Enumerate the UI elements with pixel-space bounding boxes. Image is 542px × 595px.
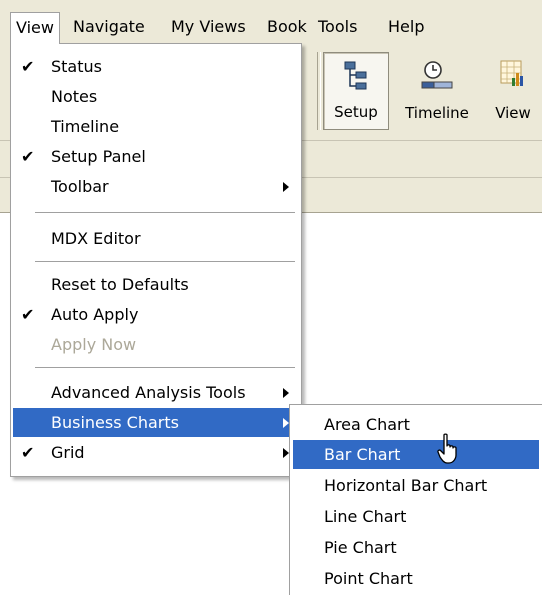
menu-item-label: Timeline: [51, 117, 120, 136]
menu-item-label: Apply Now: [51, 335, 137, 354]
submenu-item-horizontal-bar-chart[interactable]: Horizontal Bar Chart: [293, 471, 539, 500]
menu-item-notes[interactable]: Notes: [13, 82, 299, 111]
menu-tools[interactable]: Tools: [313, 12, 362, 42]
menu-item-advanced-analysis-tools[interactable]: Advanced Analysis Tools: [13, 378, 299, 407]
menu-item-label: Toolbar: [51, 177, 109, 196]
setup-button[interactable]: Setup: [323, 52, 389, 130]
view-button-label: View: [495, 104, 531, 122]
menu-item-timeline[interactable]: Timeline: [13, 112, 299, 141]
menu-my-views[interactable]: My Views: [166, 12, 251, 42]
menu-item-toolbar[interactable]: Toolbar: [13, 172, 299, 201]
checkmark-icon: ✔: [21, 57, 35, 76]
menu-item-label: Business Charts: [51, 413, 179, 432]
menu-navigate[interactable]: Navigate: [68, 12, 150, 42]
submenu-item-pie-chart[interactable]: Pie Chart: [293, 533, 539, 562]
menu-item-label: Auto Apply: [51, 305, 139, 324]
menu-help[interactable]: Help: [383, 12, 429, 42]
menu-item-label: Advanced Analysis Tools: [51, 383, 246, 402]
setup-button-label: Setup: [334, 103, 378, 121]
menu-separator: [35, 367, 295, 369]
timeline-button-label: Timeline: [405, 104, 469, 122]
submenu-item-area-chart[interactable]: Area Chart: [293, 410, 539, 439]
menu-separator: [35, 261, 295, 263]
menu-book[interactable]: Book: [262, 12, 312, 42]
checkmark-icon: ✔: [21, 147, 35, 166]
menu-item-label: Reset to Defaults: [51, 275, 189, 294]
menu-item-label: Setup Panel: [51, 147, 146, 166]
chart-grid-icon: [500, 60, 526, 94]
menu-separator: [35, 212, 295, 214]
view-button[interactable]: View: [484, 52, 542, 130]
menu-item-reset-defaults[interactable]: Reset to Defaults: [13, 270, 299, 299]
menu-item-label: Grid: [51, 443, 85, 462]
timeline-button[interactable]: Timeline: [394, 52, 480, 130]
menu-item-label: Notes: [51, 87, 98, 106]
menu-item-apply-now: Apply Now: [13, 330, 299, 359]
submenu-arrow-icon: [283, 182, 289, 192]
menu-view[interactable]: View: [10, 12, 60, 44]
submenu-item-bar-chart[interactable]: Bar Chart: [293, 440, 539, 469]
menu-item-setup-panel[interactable]: ✔ Setup Panel: [13, 142, 299, 171]
hand-cursor-icon: [437, 433, 463, 469]
menu-item-label: Status: [51, 57, 102, 76]
hierarchy-tree-icon: [344, 61, 368, 95]
menu-item-status[interactable]: ✔ Status: [13, 52, 299, 81]
business-charts-submenu: Area Chart Bar Chart Horizontal Bar Char…: [289, 404, 542, 595]
clock-timeline-icon: [421, 60, 453, 94]
submenu-arrow-icon: [283, 388, 289, 398]
menu-bar: View Navigate My Views Book Tools Help: [0, 0, 542, 45]
menu-item-auto-apply[interactable]: ✔ Auto Apply: [13, 300, 299, 329]
menu-item-label: MDX Editor: [51, 229, 141, 248]
submenu-item-point-chart[interactable]: Point Chart: [293, 564, 539, 593]
checkmark-icon: ✔: [21, 305, 35, 324]
menu-item-mdx-editor[interactable]: MDX Editor: [13, 224, 299, 253]
menu-item-grid[interactable]: ✔ Grid: [13, 438, 299, 467]
checkmark-icon: ✔: [21, 443, 35, 462]
toolbar-separator: [317, 52, 321, 130]
view-menu: ✔ Status Notes Timeline ✔ Setup Panel To…: [10, 43, 302, 477]
submenu-item-line-chart[interactable]: Line Chart: [293, 502, 539, 531]
menu-item-business-charts[interactable]: Business Charts: [13, 408, 299, 437]
